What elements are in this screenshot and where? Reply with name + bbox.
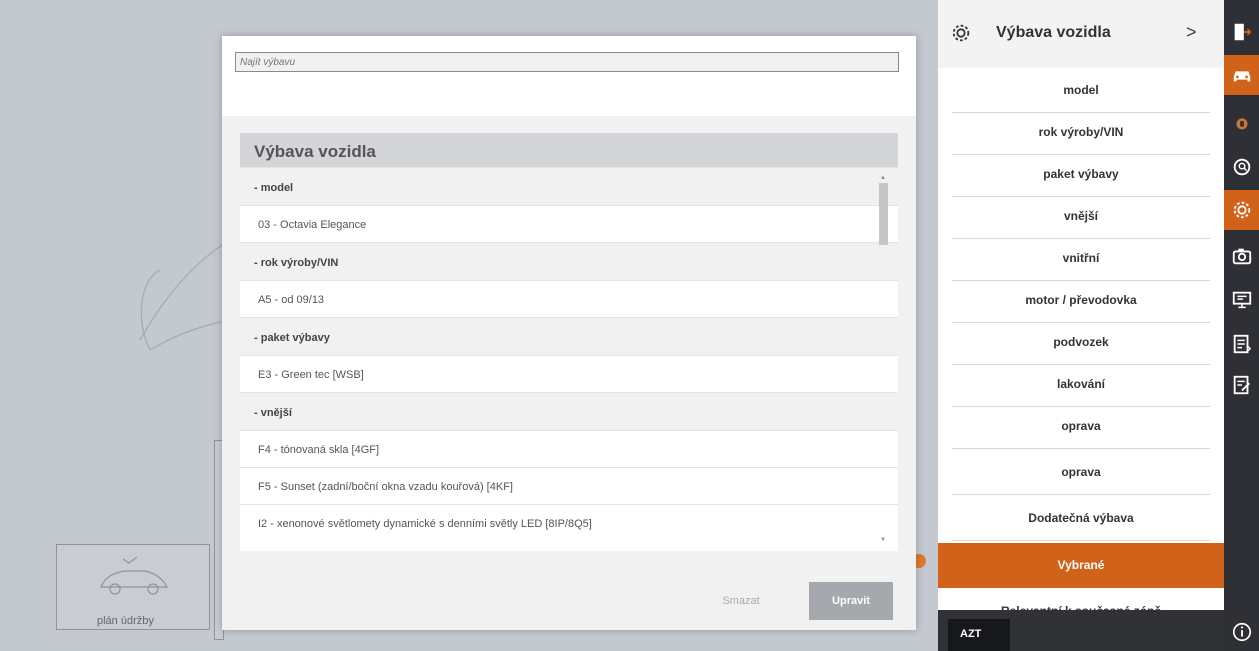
menu-item-engine-gearbox[interactable]: motor / převodovka [952,278,1210,323]
equipment-item[interactable]: F5 - Sunset (zadní/boční okna vzadu kouř… [240,467,898,504]
equipment-list: - model 03 - Octavia Elegance - rok výro… [240,167,898,541]
lock-icon[interactable] [1224,102,1259,142]
menu-item-year-vin[interactable]: rok výroby/VIN [952,110,1210,155]
search-input[interactable] [235,52,899,72]
modal-search-area [222,36,916,116]
equipment-search-modal: Výbava vozidla - model 03 - Octavia Eleg… [222,36,916,630]
equipment-item[interactable]: E3 - Green tec [WSB] [240,355,898,392]
menu-item-additional-equipment[interactable]: Dodatečná výbava [952,496,1210,541]
menu-item-model[interactable]: model [952,68,1210,113]
side-menu-title: Výbava vozidla [996,24,1111,41]
equipment-item[interactable]: F4 - tónovaná skla [4GF] [240,430,898,467]
monitor-icon[interactable] [1224,280,1259,320]
gear-icon[interactable] [1224,190,1259,230]
group-exterior[interactable]: - vnější [240,392,898,430]
car-outline-icon [100,556,168,595]
equipment-item[interactable]: 03 - Octavia Elegance [240,205,898,242]
menu-item-repair-2[interactable]: oprava [952,450,1210,495]
search-icon[interactable] [1224,147,1259,187]
group-year-vin[interactable]: - rok výroby/VIN [240,242,898,280]
clear-button[interactable]: Smazat [706,583,776,619]
equipment-item[interactable]: A5 - od 09/13 [240,280,898,317]
document-edit-icon[interactable] [1224,365,1259,405]
group-model[interactable]: - model [240,167,898,205]
menu-item-repair[interactable]: oprava [952,404,1210,449]
chevron-right-icon[interactable]: > [1186,22,1197,43]
tool-rail [1224,0,1259,651]
menu-item-paint[interactable]: lakování [952,362,1210,407]
azt-button[interactable]: AZT [948,619,1010,651]
maintenance-plan-tile[interactable]: plán údržby [56,544,210,630]
gear-icon [952,24,970,42]
car-icon[interactable] [1224,55,1259,95]
maintenance-plan-label: plán údržby [97,615,154,627]
equipment-panel-title: Výbava vozidla [240,133,898,167]
menu-item-exterior[interactable]: vnější [952,194,1210,239]
exit-icon[interactable] [1224,12,1259,52]
info-icon[interactable] [1224,612,1259,651]
side-menu-header[interactable]: Výbava vozidla > [938,0,1224,68]
scroll-down-arrow-icon[interactable]: ▼ [878,537,888,543]
equipment-side-menu: Výbava vozidla > model rok výroby/VIN pa… [938,0,1224,651]
list-scrollbar[interactable]: ▲ ▼ [878,175,888,543]
camera-icon[interactable] [1224,236,1259,276]
group-package[interactable]: - paket výbavy [240,317,898,355]
scroll-thumb[interactable] [879,183,888,245]
azt-bar: AZT [938,610,1224,651]
menu-item-chassis[interactable]: podvozek [952,320,1210,365]
equipment-item[interactable]: I2 - xenonové světlomety dynamické s den… [240,504,898,541]
menu-item-interior[interactable]: vnitřní [952,236,1210,281]
edit-button[interactable]: Upravit [809,582,893,620]
menu-item-selected[interactable]: Vybrané [938,543,1224,588]
scroll-up-arrow-icon[interactable]: ▲ [878,175,888,181]
equipment-panel: Výbava vozidla - model 03 - Octavia Eleg… [240,133,898,551]
menu-item-package[interactable]: paket výbavy [952,152,1210,197]
document-list-icon[interactable] [1224,324,1259,364]
